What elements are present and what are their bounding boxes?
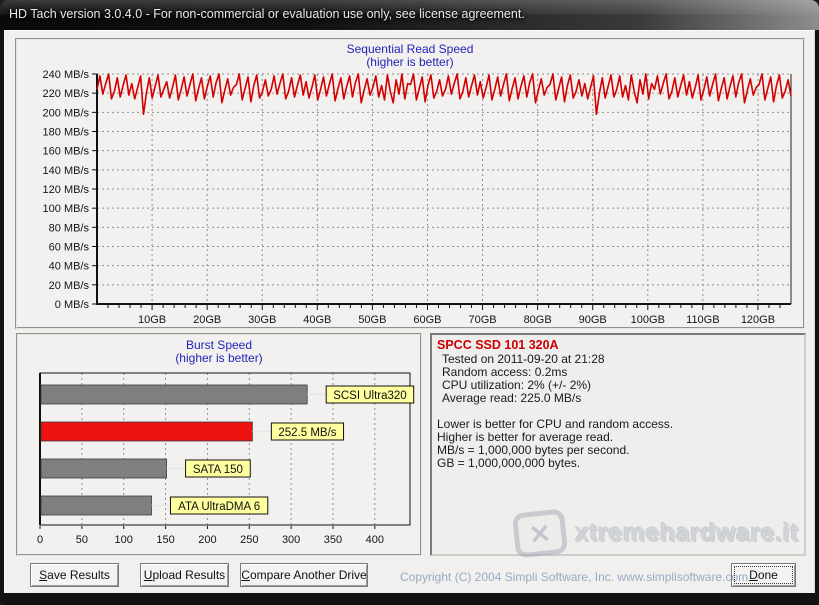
svg-text:SCSI Ultra320: SCSI Ultra320 xyxy=(333,390,407,402)
svg-text:250: 250 xyxy=(240,534,258,546)
svg-text:90GB: 90GB xyxy=(579,314,607,326)
svg-text:200 MB/s: 200 MB/s xyxy=(43,107,90,119)
note-higher-better: Higher is better for average read. xyxy=(437,430,613,444)
svg-text:80 MB/s: 80 MB/s xyxy=(49,222,90,234)
window-content: Sequential Read Speed (higher is better)… xyxy=(4,30,815,593)
svg-text:50: 50 xyxy=(76,534,88,546)
svg-text:252.5 MB/s: 252.5 MB/s xyxy=(278,427,336,439)
tested-on-line: Tested on 2011-09-20 at 21:28 xyxy=(442,352,605,366)
svg-text:100 MB/s: 100 MB/s xyxy=(43,203,90,215)
svg-text:400: 400 xyxy=(366,534,384,546)
svg-text:220 MB/s: 220 MB/s xyxy=(43,88,90,100)
save-results-label: Save Results xyxy=(39,568,110,582)
drive-name: SPCC SSD 101 320A xyxy=(437,338,559,352)
svg-text:SATA 150: SATA 150 xyxy=(193,464,243,476)
note-mbs-definition: MB/s = 1,000,000 bytes per second. xyxy=(437,443,629,457)
compare-another-drive-button[interactable]: Compare Another Drive xyxy=(240,563,368,587)
cpu-utilization-line: CPU utilization: 2% (+/- 2%) xyxy=(442,378,591,392)
svg-text:0 MB/s: 0 MB/s xyxy=(55,299,90,311)
svg-text:120GB: 120GB xyxy=(741,314,775,326)
svg-text:120 MB/s: 120 MB/s xyxy=(43,184,90,196)
svg-text:100: 100 xyxy=(115,534,133,546)
svg-text:50GB: 50GB xyxy=(358,314,386,326)
svg-text:60 MB/s: 60 MB/s xyxy=(49,242,90,254)
random-access-line: Random access: 0.2ms xyxy=(442,365,567,379)
svg-text:240 MB/s: 240 MB/s xyxy=(43,69,90,81)
burst-speed-chart: 0 50 100 150 200 250 300 350 400 SCSI Ultra320 252… xyxy=(18,358,422,554)
svg-text:20 MB/s: 20 MB/s xyxy=(49,280,90,292)
svg-text:180 MB/s: 180 MB/s xyxy=(43,127,90,139)
copyright-text: Copyright (C) 2004 Simpli Software, Inc.… xyxy=(400,570,722,584)
svg-text:80GB: 80GB xyxy=(524,314,552,326)
svg-text:200: 200 xyxy=(198,534,216,546)
average-read-line: Average read: 225.0 MB/s xyxy=(442,391,581,405)
svg-text:30GB: 30GB xyxy=(248,314,276,326)
svg-text:0: 0 xyxy=(37,534,43,546)
sequential-read-chart: 0 MB/s 20 MB/s 40 MB/s 60 MB/s 80 MB/s 100 MB… xyxy=(18,40,806,328)
svg-text:110GB: 110GB xyxy=(686,314,719,326)
svg-text:300: 300 xyxy=(282,534,300,546)
note-lower-better: Lower is better for CPU and random acces… xyxy=(437,417,673,431)
upload-results-button[interactable]: Upload Results xyxy=(140,563,229,587)
compare-drive-label: Compare Another Drive xyxy=(241,568,366,582)
svg-text:40 MB/s: 40 MB/s xyxy=(49,261,90,273)
svg-text:40GB: 40GB xyxy=(303,314,331,326)
svg-text:60GB: 60GB xyxy=(413,314,441,326)
done-label: Done xyxy=(749,568,778,582)
svg-text:100GB: 100GB xyxy=(631,314,665,326)
window-title: HD Tach version 3.0.4.0 - For non-commer… xyxy=(9,7,525,21)
app-window: HD Tach version 3.0.4.0 - For non-commer… xyxy=(0,0,819,605)
upload-results-label: Upload Results xyxy=(144,568,225,582)
svg-text:350: 350 xyxy=(324,534,342,546)
save-results-button[interactable]: Save Results xyxy=(30,563,119,587)
note-gb-definition: GB = 1,000,000,000 bytes. xyxy=(437,456,580,470)
svg-text:10GB: 10GB xyxy=(138,314,166,326)
title-bar[interactable]: HD Tach version 3.0.4.0 - For non-commer… xyxy=(0,0,819,30)
svg-text:150: 150 xyxy=(156,534,174,546)
svg-text:ATA UltraDMA 6: ATA UltraDMA 6 xyxy=(178,501,260,513)
svg-text:20GB: 20GB xyxy=(193,314,221,326)
svg-text:140 MB/s: 140 MB/s xyxy=(43,165,90,177)
svg-text:160 MB/s: 160 MB/s xyxy=(43,146,90,158)
svg-text:70GB: 70GB xyxy=(468,314,496,326)
